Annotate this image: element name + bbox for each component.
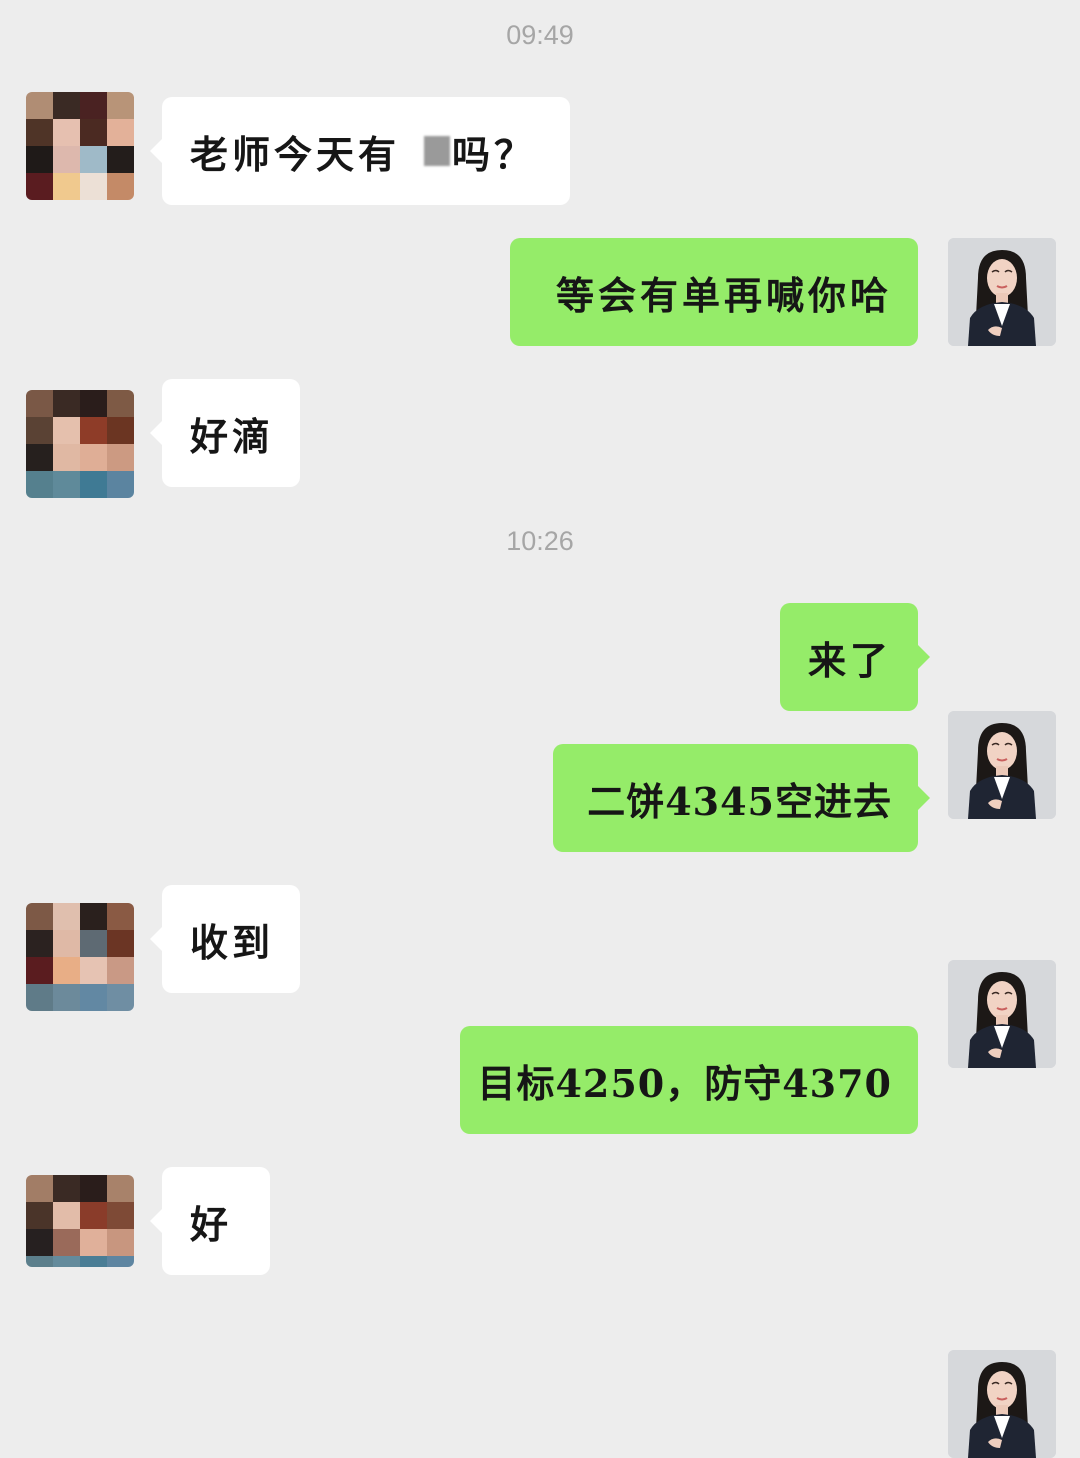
message-bubble-incoming[interactable]: 好滴 — [150, 379, 300, 487]
contact-avatar[interactable] — [26, 390, 134, 498]
contact-avatar[interactable] — [26, 92, 134, 200]
message-text: 来了 — [807, 637, 892, 683]
message-text: 收到 — [190, 919, 275, 965]
self-avatar[interactable] — [948, 960, 1056, 1068]
message-bubble-incoming[interactable]: 收到 — [150, 885, 300, 993]
message-bubble-incoming[interactable]: 好 — [150, 1167, 270, 1275]
message-text: 吗？ — [452, 131, 537, 177]
contact-avatar[interactable] — [26, 903, 134, 1011]
message-bubble-outgoing[interactable]: 目标4250，防守4370 — [460, 1026, 918, 1134]
timestamp: 09:49 — [506, 20, 574, 50]
self-avatar[interactable] — [948, 1350, 1056, 1458]
message-text: 好 — [190, 1201, 233, 1247]
message-text: 好滴 — [190, 413, 275, 459]
timestamp: 10:26 — [506, 526, 574, 556]
self-avatar[interactable] — [948, 238, 1056, 346]
message-bubble-outgoing[interactable]: 等会有单再喊你哈 — [510, 238, 918, 346]
message-text: 目标4250，防守4370 — [477, 1060, 892, 1106]
message-text: 等会有单再喊你哈 — [555, 272, 892, 318]
message-bubble-incoming[interactable]: 老师今天有 吗？ — [150, 97, 570, 205]
message-text: 二饼4345空进去 — [587, 778, 892, 824]
message-bubble-outgoing[interactable]: 来了 — [780, 603, 930, 711]
contact-avatar[interactable] — [26, 1175, 134, 1267]
message-bubble-outgoing[interactable]: 二饼4345空进去 — [553, 744, 930, 852]
message-text: 老师今天有 — [190, 131, 401, 177]
self-avatar[interactable] — [948, 711, 1056, 819]
redacted-text — [424, 136, 451, 166]
